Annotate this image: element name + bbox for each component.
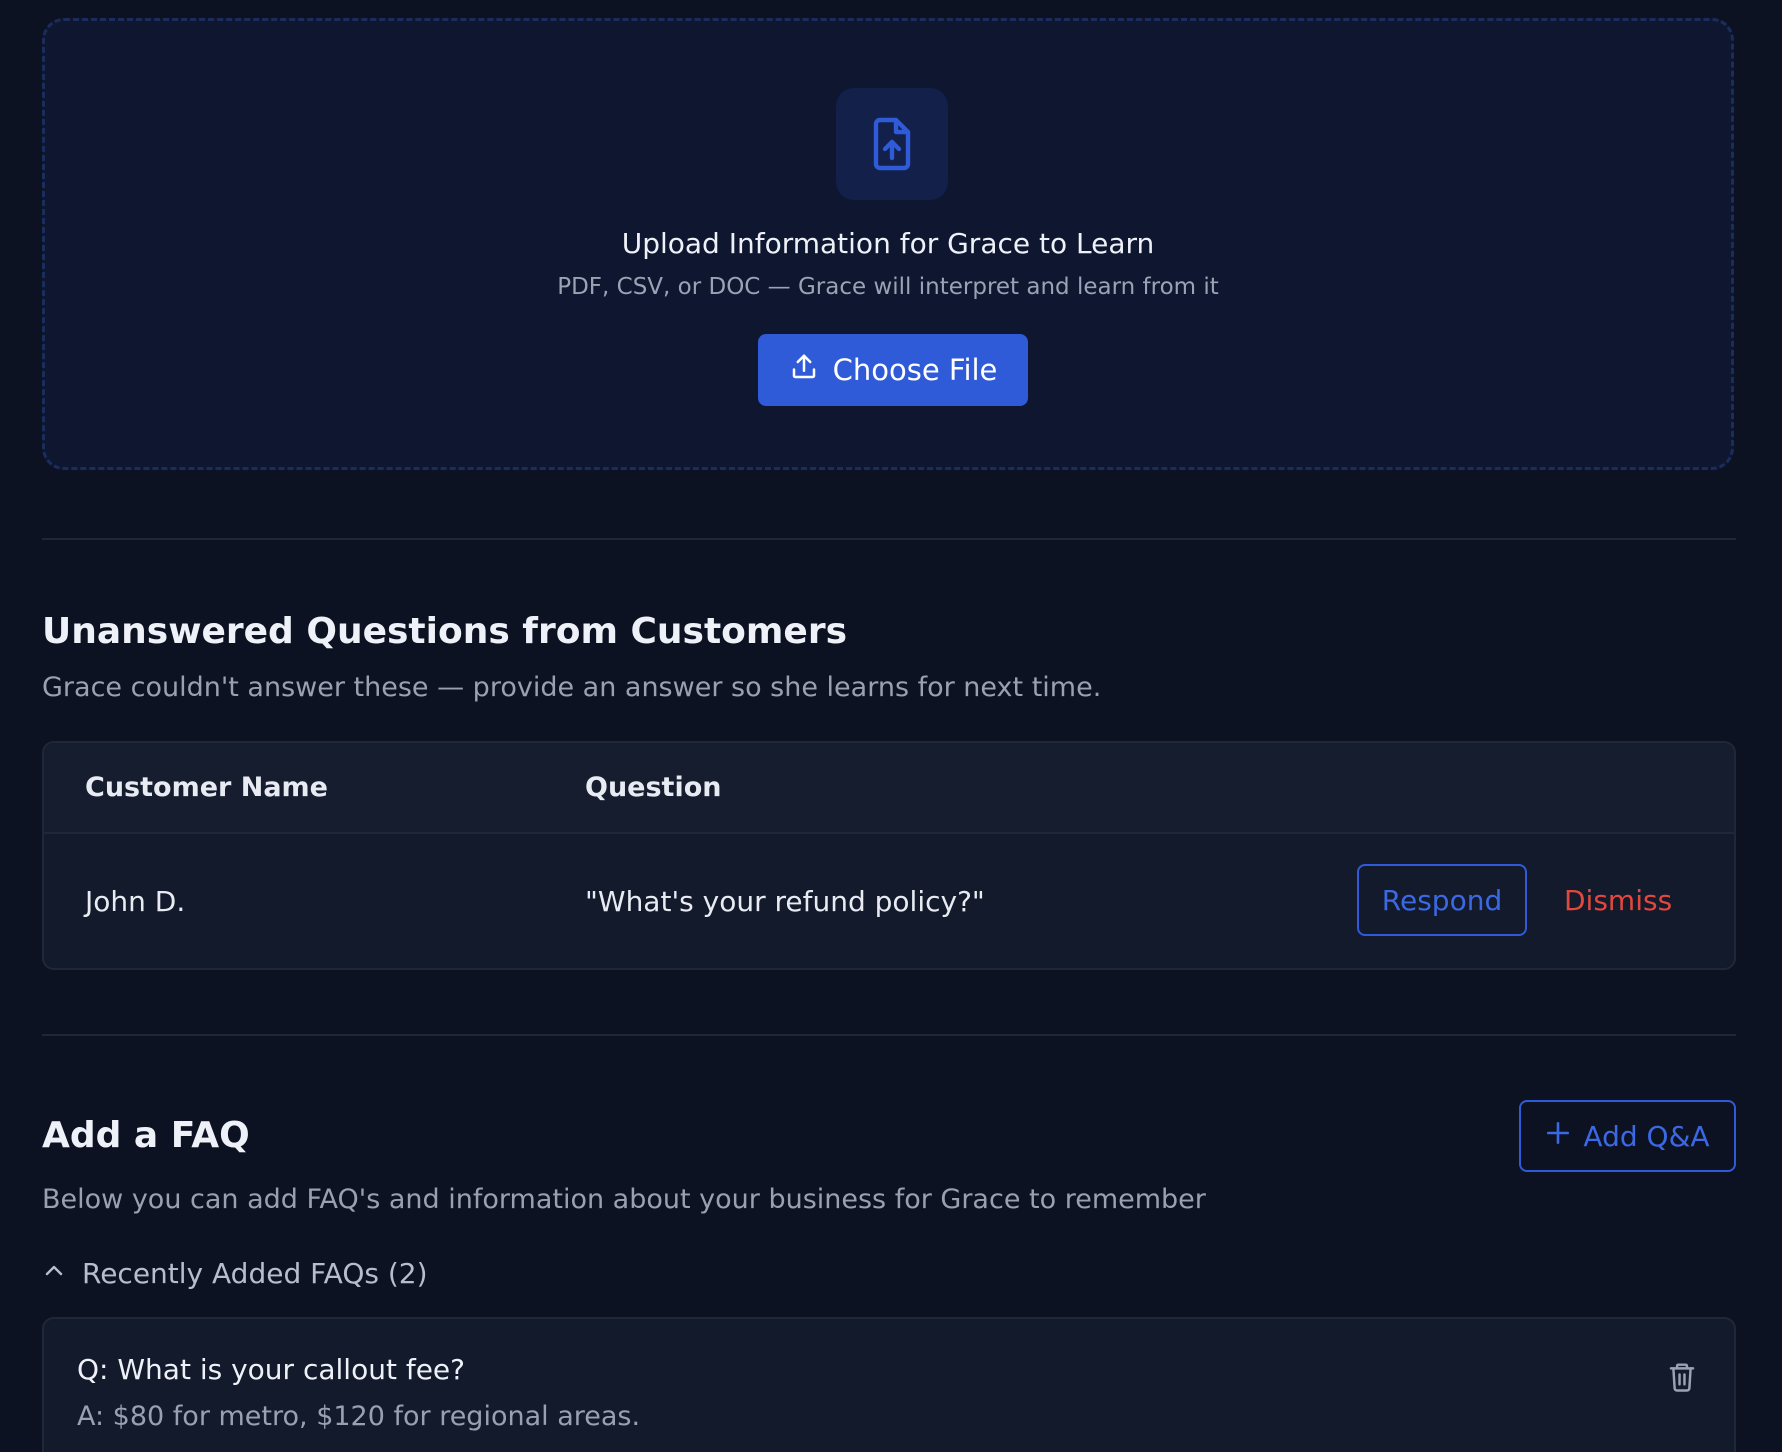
trash-icon — [1667, 1361, 1697, 1397]
dismiss-button[interactable]: Dismiss — [1564, 864, 1672, 936]
choose-file-label: Choose File — [832, 353, 998, 387]
respond-button[interactable]: Respond — [1357, 864, 1527, 936]
customer-name-cell: John D. — [85, 885, 186, 918]
recent-faqs-toggle[interactable]: Recently Added FAQs (2) — [42, 1255, 428, 1291]
knowledge-page: Upload Information for Grace to Learn PD… — [0, 0, 1782, 1452]
unanswered-table: Customer Name Question John D. "What's y… — [42, 741, 1736, 970]
question-cell: "What's your refund policy?" — [585, 885, 985, 918]
divider — [42, 1034, 1736, 1036]
add-qa-button[interactable]: Add Q&A — [1519, 1100, 1736, 1172]
faq-item: Q: What is your callout fee? A: $80 for … — [42, 1317, 1736, 1452]
column-header-question: Question — [585, 772, 722, 803]
delete-faq-button[interactable] — [1662, 1359, 1702, 1399]
upload-title: Upload Information for Grace to Learn — [621, 227, 1155, 260]
plus-icon — [1545, 1120, 1571, 1153]
column-header-customer-name: Customer Name — [85, 772, 328, 803]
divider — [42, 538, 1736, 540]
table-header: Customer Name Question — [44, 743, 1734, 834]
faq-subtitle: Below you can add FAQ's and information … — [42, 1184, 1206, 1215]
add-qa-label: Add Q&A — [1583, 1119, 1710, 1153]
upload-dropzone[interactable]: Upload Information for Grace to Learn PD… — [42, 18, 1734, 470]
recent-faqs-label: Recently Added FAQs (2) — [82, 1256, 428, 1290]
faq-answer: A: $80 for metro, $120 for regional area… — [77, 1401, 641, 1432]
chevron-up-icon — [42, 1257, 66, 1290]
unanswered-title: Unanswered Questions from Customers — [42, 611, 848, 652]
choose-file-button[interactable]: Choose File — [758, 334, 1028, 406]
unanswered-subtitle: Grace couldn't answer these — provide an… — [42, 672, 1102, 703]
upload-subtitle: PDF, CSV, or DOC — Grace will interpret … — [557, 274, 1219, 300]
faq-question: Q: What is your callout fee? — [77, 1353, 466, 1386]
file-upload-icon — [836, 88, 948, 200]
upload-icon — [789, 352, 819, 389]
faq-title: Add a FAQ — [42, 1115, 250, 1156]
